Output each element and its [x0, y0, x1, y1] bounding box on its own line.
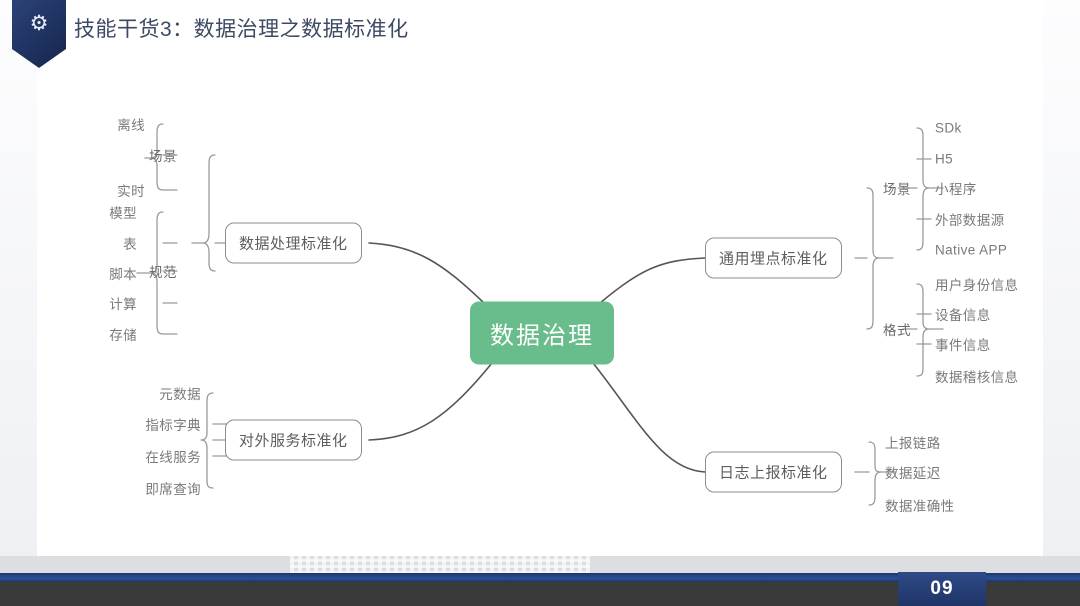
group-label-format[interactable]: 格式 — [883, 319, 911, 339]
leaf-native-app[interactable]: Native APP — [935, 243, 1007, 258]
leaf-realtime[interactable]: 实时 — [117, 180, 145, 200]
mindmap: 数据治理 数据处理标准化 场景 离线 实时 规范 模型 表 脚本 计算 存储 对… — [37, 88, 1043, 556]
leaf-h5[interactable]: H5 — [935, 152, 953, 167]
leaf-online-service[interactable]: 在线服务 — [145, 446, 201, 466]
slide: ⚙ 技能干货3：数据治理之数据标准化 数据治理 数据处理标准化 场景 离线 实时… — [0, 0, 1080, 606]
leaf-adhoc-query[interactable]: 即席查询 — [145, 478, 201, 498]
page-title: 技能干货3：数据治理之数据标准化 — [74, 18, 409, 41]
leaf-sdk[interactable]: SDk — [935, 121, 962, 136]
branch-node-tracking[interactable]: 通用埋点标准化 — [705, 237, 842, 279]
leaf-event-info[interactable]: 事件信息 — [935, 334, 991, 354]
group-label-scene-processing[interactable]: 场景 — [149, 145, 177, 165]
branch-node-log-reporting[interactable]: 日志上报标准化 — [705, 451, 842, 493]
center-node[interactable]: 数据治理 — [470, 301, 614, 365]
leaf-data-latency[interactable]: 数据延迟 — [885, 462, 941, 482]
mindmap-panel: 数据治理 数据处理标准化 场景 离线 实时 规范 模型 表 脚本 计算 存储 对… — [37, 88, 1043, 556]
leaf-miniprogram[interactable]: 小程序 — [935, 178, 977, 198]
leaf-report-chain[interactable]: 上报链路 — [885, 432, 941, 452]
page-right-margin — [1043, 0, 1080, 570]
leaf-user-identity-info[interactable]: 用户身份信息 — [935, 274, 1018, 294]
group-label-scene-tracking[interactable]: 场景 — [883, 178, 911, 198]
leaf-metric-dictionary[interactable]: 指标字典 — [145, 414, 201, 434]
leaf-model[interactable]: 模型 — [109, 202, 137, 222]
leaf-offline[interactable]: 离线 — [117, 114, 145, 134]
page-number-badge: 09 — [898, 572, 986, 606]
gear-person-icon: ⚙ — [29, 12, 49, 35]
branch-node-external-service[interactable]: 对外服务标准化 — [225, 419, 362, 461]
branch-node-data-processing[interactable]: 数据处理标准化 — [225, 222, 362, 264]
leaf-metadata[interactable]: 元数据 — [159, 383, 201, 403]
leaf-data-accuracy[interactable]: 数据准确性 — [885, 495, 955, 515]
leaf-external-datasource[interactable]: 外部数据源 — [935, 209, 1005, 229]
leaf-device-info[interactable]: 设备信息 — [935, 304, 991, 324]
leaf-data-audit-info[interactable]: 数据稽核信息 — [935, 366, 1018, 386]
leaf-compute[interactable]: 计算 — [109, 293, 137, 313]
page-left-margin — [0, 0, 37, 570]
group-label-spec[interactable]: 规范 — [149, 261, 177, 281]
leaf-storage[interactable]: 存储 — [109, 324, 137, 344]
leaf-table[interactable]: 表 — [123, 233, 137, 253]
skyline-watermark — [290, 556, 590, 574]
leaf-script[interactable]: 脚本 — [109, 263, 137, 283]
